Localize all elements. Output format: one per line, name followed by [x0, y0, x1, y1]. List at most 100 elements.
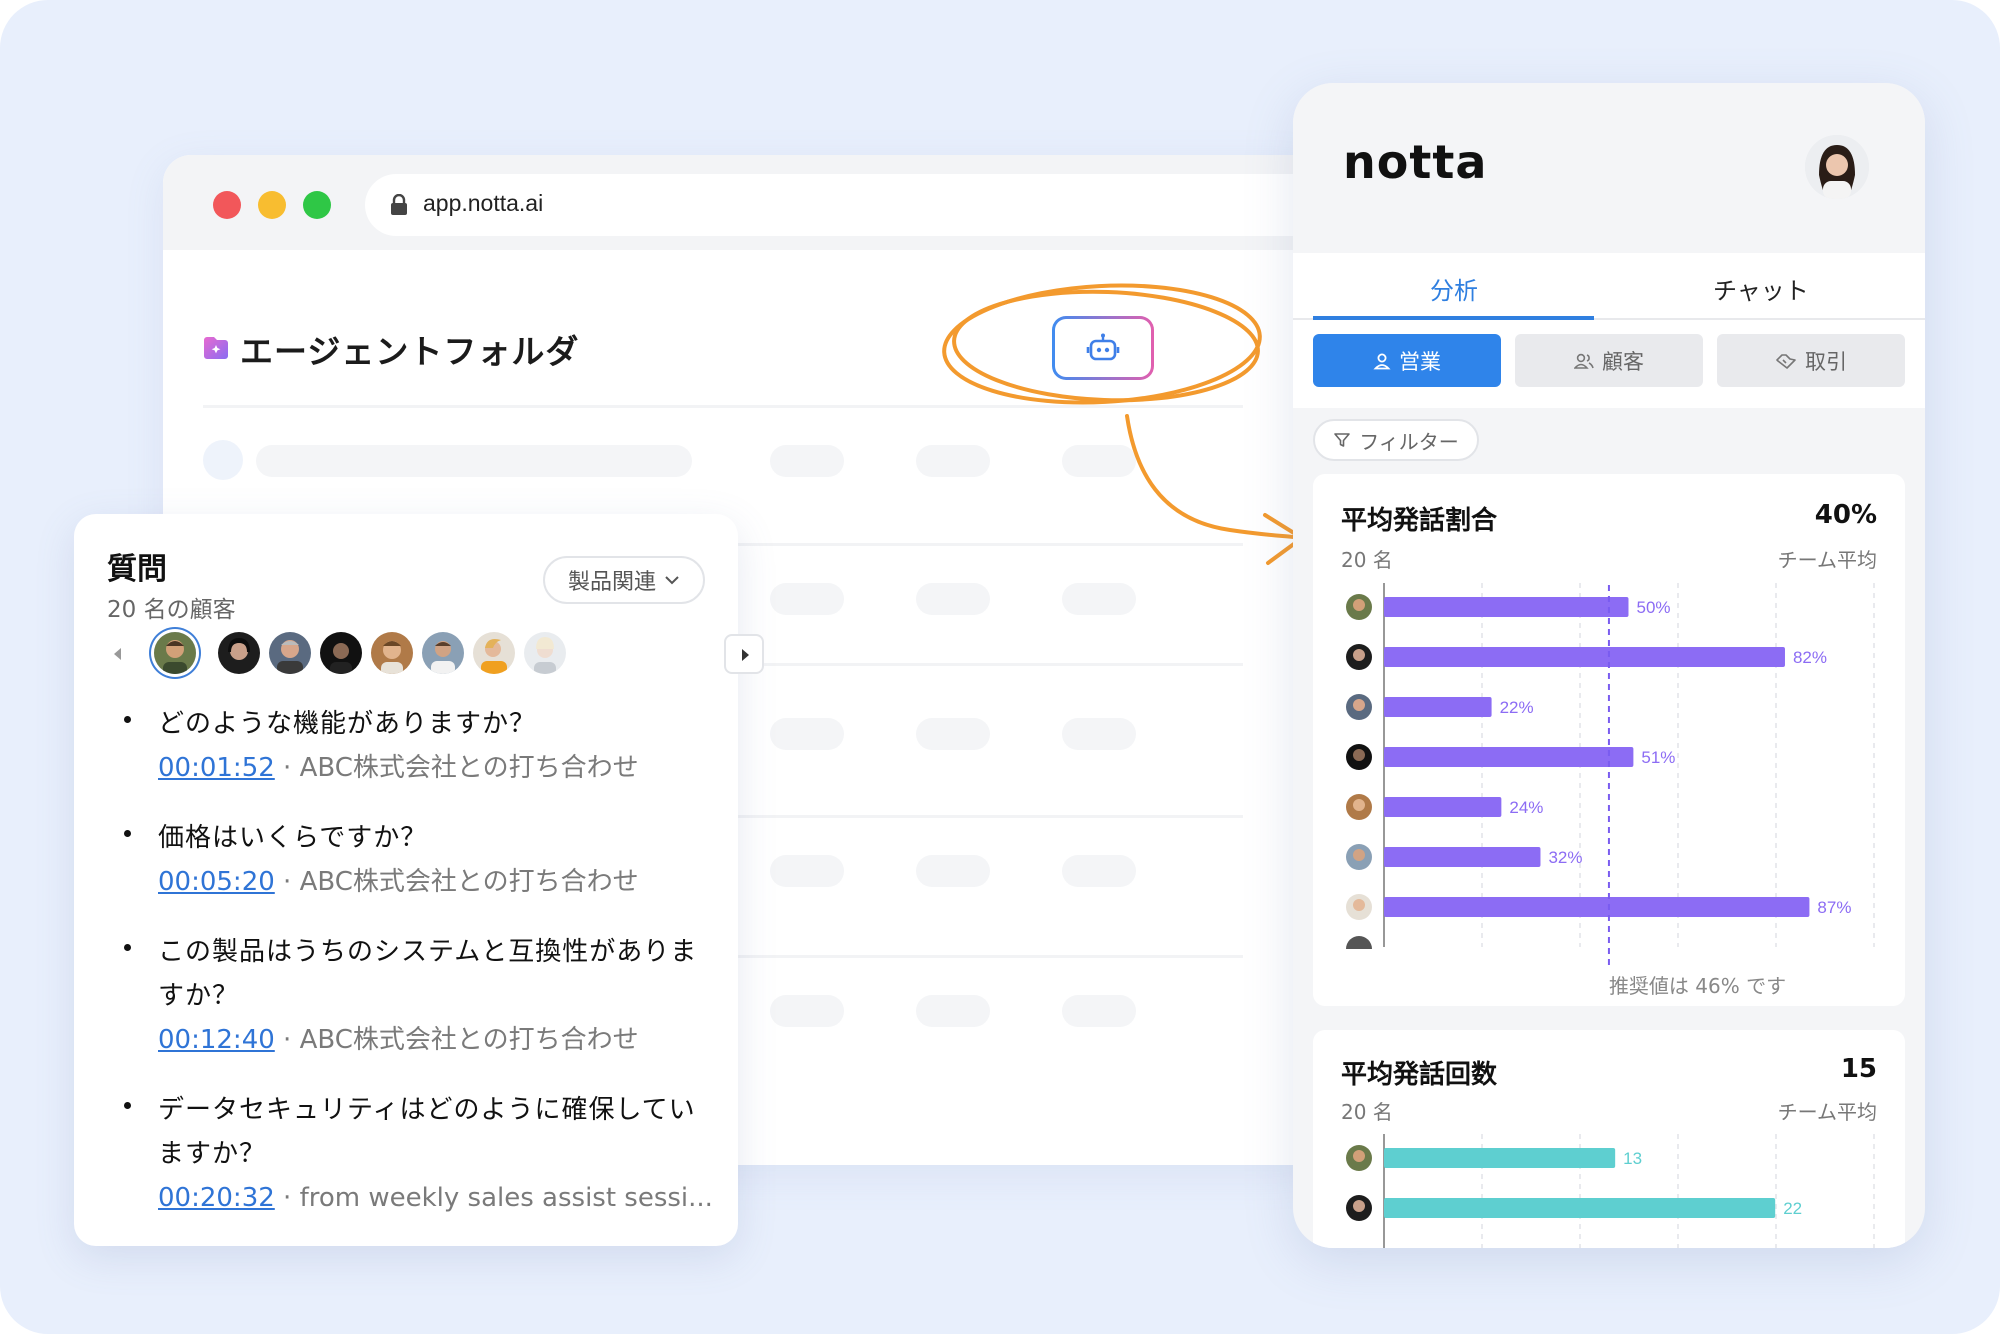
question-text: 価格はいくらですか？: [158, 823, 428, 853]
folder-title: エージェントフォルダ: [240, 332, 580, 371]
skeleton-text: [256, 445, 692, 477]
bar: [1384, 647, 1785, 667]
skeleton-pill: [770, 445, 844, 477]
filter-icon: [1334, 433, 1350, 447]
skeleton-pill: [916, 445, 990, 477]
list-item: データセキュリティはどのように確保していますか？ 00:20:32 · from…: [124, 1088, 714, 1220]
bar: [1384, 847, 1541, 867]
question-meta: 00:12:40 · ABC株式会社との打ち合わせ: [158, 1018, 714, 1062]
speaking-count-chart: 13 22: [1346, 1134, 1875, 1248]
segment-deals[interactable]: 取引: [1717, 334, 1905, 387]
member-avatar[interactable]: [1346, 744, 1372, 770]
skeleton-pill: [1062, 718, 1136, 750]
person-icon: [1373, 353, 1391, 369]
divider: [203, 405, 1243, 408]
avatar[interactable]: [218, 632, 260, 674]
filter-label: フィルター: [1359, 429, 1459, 454]
speaking-ratio-chart: 50% 82% 22% 51% 24% 32% 87% 推奨値は 46% です: [1346, 583, 1875, 998]
next-arrow-button[interactable]: [724, 634, 764, 674]
timestamp-link[interactable]: 00:12:40: [158, 1025, 275, 1055]
analytics-panel: notta 分析 チャット 営業 顧客 取引 フィルター 平均発話割合 40% …: [1293, 83, 1925, 1248]
question-meta: 00:01:52 · ABC株式会社との打ち合わせ: [158, 746, 714, 790]
chevron-down-icon: [665, 576, 679, 585]
questions-title: 質問: [107, 552, 167, 587]
questions-list: どのような機能がありますか？ 00:01:52 · ABC株式会社との打ち合わせ…: [124, 702, 714, 1246]
minimize-window-button[interactable]: [258, 191, 286, 219]
bullet-icon: [124, 716, 131, 723]
notta-logo: notta: [1343, 135, 1488, 189]
tab-analysis[interactable]: 分析: [1430, 271, 1478, 306]
skeleton-pill: [916, 855, 990, 887]
skeleton-pill: [1062, 995, 1136, 1027]
close-window-button[interactable]: [213, 191, 241, 219]
skeleton-pill: [770, 855, 844, 887]
bar: [1384, 897, 1810, 917]
reference-label: 推奨値は 46% です: [1609, 974, 1786, 998]
question-source: · from weekly sales assist sessi...: [274, 1183, 713, 1213]
category-filter-dropdown[interactable]: 製品関連: [543, 556, 705, 604]
bar: [1384, 597, 1629, 617]
bar: [1384, 797, 1502, 817]
member-avatar[interactable]: [1346, 844, 1372, 870]
question-source: · ABC株式会社との打ち合わせ: [274, 1025, 639, 1055]
browser-toolbar: app.notta.ai: [163, 155, 1323, 250]
segment-row: 営業 顧客 取引: [1293, 320, 1925, 408]
address-bar[interactable]: app.notta.ai: [365, 174, 1323, 236]
member-avatar[interactable]: [1346, 894, 1372, 920]
questions-subtitle: 20 名の顧客: [107, 597, 236, 623]
avatar[interactable]: [371, 632, 413, 674]
profile-avatar[interactable]: [1805, 135, 1869, 199]
avatar[interactable]: [524, 632, 566, 674]
skeleton-pill: [1062, 855, 1136, 887]
member-avatar[interactable]: [1346, 936, 1372, 949]
robot-icon: [1086, 333, 1120, 361]
avatar[interactable]: [269, 632, 311, 674]
people-icon: [1574, 353, 1594, 369]
bar-value-label: 32%: [1548, 848, 1582, 867]
timestamp-link[interactable]: 00:01:52: [158, 753, 275, 783]
lock-icon: [391, 194, 407, 215]
list-item: どのような機能がありますか？ 00:01:52 · ABC株式会社との打ち合わせ: [124, 702, 714, 790]
speaking-ratio-card: 平均発話割合 40% 20 名 チーム平均 50% 82% 22% 51% 24% 32%…: [1313, 474, 1905, 1006]
filter-button[interactable]: フィルター: [1313, 419, 1479, 461]
avatar[interactable]: [154, 632, 196, 674]
panel-tabs: 分析 チャット: [1293, 253, 1925, 320]
segment-sales[interactable]: 営業: [1313, 334, 1501, 387]
previous-arrow-icon[interactable]: [114, 648, 121, 660]
member-avatar[interactable]: [1346, 694, 1372, 720]
bar-value-label: 87%: [1817, 898, 1851, 917]
question-text: どのような機能がありますか？: [158, 709, 537, 739]
question-meta: 00:05:20 · ABC株式会社との打ち合わせ: [158, 860, 714, 904]
avatar[interactable]: [473, 632, 515, 674]
agent-button[interactable]: [1052, 316, 1154, 380]
questions-card: 質問 20 名の顧客 製品関連 どのような機能がありますか？ 00:01:52 …: [74, 514, 764, 1246]
customer-avatar-row: [114, 632, 764, 678]
bar-value-label: 13: [1623, 1149, 1642, 1168]
member-avatar[interactable]: [1346, 644, 1372, 670]
question-text: この製品はうちのシステムと互換性がありますか？: [158, 937, 698, 1011]
bar: [1384, 697, 1492, 717]
segment-sales-label: 営業: [1399, 349, 1441, 374]
tab-chat[interactable]: チャット: [1713, 271, 1809, 306]
skeleton-pill: [770, 718, 844, 750]
speaking-count-card: 平均発話回数 15 20 名 チーム平均 13 22: [1313, 1030, 1905, 1248]
question-meta: 00:20:32 · from weekly sales assist sess…: [158, 1176, 714, 1220]
bar-value-label: 82%: [1793, 648, 1827, 667]
bar-value-label: 22: [1783, 1199, 1802, 1218]
member-avatar[interactable]: [1346, 594, 1372, 620]
bullet-icon: [124, 830, 131, 837]
timestamp-link[interactable]: 00:05:20: [158, 867, 275, 897]
skeleton-avatar: [203, 440, 243, 480]
member-avatar[interactable]: [1346, 1145, 1372, 1171]
member-avatar[interactable]: [1346, 794, 1372, 820]
timestamp-link[interactable]: 00:20:32: [158, 1183, 275, 1213]
maximize-window-button[interactable]: [303, 191, 331, 219]
skeleton-pill: [770, 995, 844, 1027]
segment-deals-label: 取引: [1805, 349, 1847, 374]
segment-customers[interactable]: 顧客: [1515, 334, 1703, 387]
skeleton-pill: [916, 995, 990, 1027]
bar: [1384, 1148, 1616, 1168]
avatar[interactable]: [422, 632, 464, 674]
member-avatar[interactable]: [1346, 1195, 1372, 1221]
avatar[interactable]: [320, 632, 362, 674]
